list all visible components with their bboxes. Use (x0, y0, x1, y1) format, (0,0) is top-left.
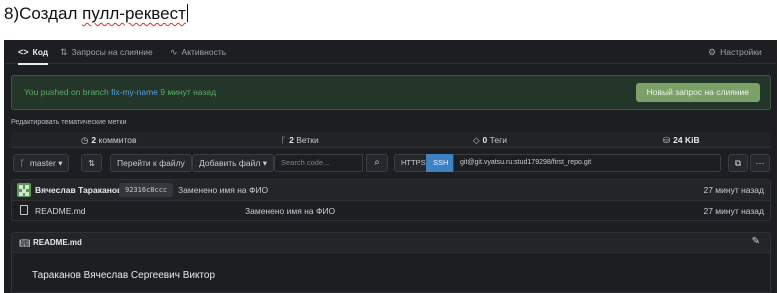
push-notice-time: 9 минут назад (160, 87, 217, 97)
branch-selector[interactable]: ᚴ master ▾ (13, 154, 70, 172)
book-icon: 📖︎ (19, 238, 31, 248)
new-pull-request-button[interactable]: Новый запрос на слияние (635, 83, 760, 102)
tab-activity-label: Активность (181, 47, 227, 57)
tab-settings-label: Настройки (720, 47, 762, 57)
file-list: Вячеслав Тараканов 92316c8ccc Заменено и… (11, 179, 771, 221)
database-icon: ⛁ (663, 135, 671, 145)
search-button[interactable]: ⌕ (366, 154, 388, 172)
readme-header: 📖︎ README.md ✎ (12, 233, 770, 253)
text-cursor (186, 4, 188, 22)
gear-icon: ⚙ (708, 47, 717, 57)
avatar[interactable] (17, 183, 31, 197)
tags-count: 0 (482, 135, 488, 145)
copy-url-button[interactable]: ⧉ (728, 154, 748, 172)
commit-time: 27 минут назад (703, 185, 764, 195)
compare-button[interactable]: ⇅ (81, 154, 103, 172)
document-heading: 8)Создал пулл-реквест (4, 4, 188, 24)
readme-panel: 📖︎ README.md ✎ Тараканов Вячеслав Сергее… (11, 232, 771, 293)
file-time: 27 минут назад (703, 206, 764, 216)
branch-icon: ᚴ (281, 135, 287, 145)
code-icon: <> (18, 47, 29, 57)
commits-label: коммитов (98, 135, 137, 145)
repo-tabs: <> Код ⇅ Запросы на слияние ∿ Активность ⚙ Н… (4, 40, 777, 65)
ssh-toggle[interactable]: SSH (426, 154, 456, 172)
heading-text: Создал (19, 4, 83, 23)
tab-pull-requests-label: Запросы на слияние (71, 47, 153, 57)
pulse-icon: ∿ (170, 47, 178, 57)
code-search-input[interactable]: Search code... (274, 154, 363, 172)
branches-label: Ветки (296, 135, 319, 145)
clone-url-field[interactable]: git@git.vyatsu.ru:stud179298/first_repo.… (453, 154, 721, 172)
branches-count: 2 (289, 135, 294, 145)
tab-pull-requests[interactable]: ⇅ Запросы на слияние (60, 40, 153, 64)
repo-stats-bar: ◷ 2 коммитов ᚴ2 Ветки ◇ 0 Теги ⛁ 24 KiB (11, 132, 771, 148)
tab-code-label: Код (32, 47, 49, 57)
file-icon (20, 205, 28, 215)
add-file-label: Добавить файл (199, 158, 261, 168)
compare-icon: ⇅ (88, 158, 96, 168)
goto-file-button[interactable]: Перейти к файлу (110, 154, 192, 172)
chevron-down-icon: ▾ (262, 158, 268, 168)
tab-activity[interactable]: ∿ Активность (170, 40, 226, 64)
push-notice: You pushed on branch fix-my-name 9 минут… (11, 75, 771, 110)
commits-count: 2 (91, 135, 97, 145)
file-commit-message[interactable]: Заменено имя на ФИО (245, 206, 335, 216)
push-notice-text: You pushed on branch fix-my-name 9 минут… (24, 87, 216, 97)
search-icon: ⌕ (374, 157, 380, 168)
pull-request-icon: ⇅ (60, 47, 68, 57)
pencil-icon[interactable]: ✎ (752, 236, 760, 247)
copy-icon: ⧉ (734, 158, 742, 168)
readme-content: Тараканов Вячеслав Сергеевич Виктор (32, 270, 216, 281)
tab-code[interactable]: <> Код (18, 40, 49, 65)
commit-message[interactable]: Заменено имя на ФИО (178, 185, 268, 195)
kebab-menu-icon: ··· (755, 158, 765, 168)
commits-stat[interactable]: ◷ 2 коммитов (81, 132, 137, 148)
pushed-branch-link[interactable]: fix-my-name (111, 87, 158, 97)
add-file-dropdown[interactable]: Добавить файл ▾ (192, 154, 275, 172)
commit-sha[interactable]: 92316c8ccc (119, 183, 174, 197)
branches-stat[interactable]: ᚴ2 Ветки (281, 132, 319, 148)
repository-page: <> Код ⇅ Запросы на слияние ∿ Активность ⚙ Н… (4, 40, 777, 293)
heading-misspelled-word: пулл-реквест (82, 4, 186, 23)
size-stat: ⛁ 24 KiB (663, 132, 700, 148)
readme-title[interactable]: README.md (33, 238, 82, 247)
tags-stat[interactable]: ◇ 0 Теги (473, 132, 507, 148)
list-item[interactable]: README.md Заменено имя на ФИО 27 минут н… (12, 201, 770, 221)
branch-icon: ᚴ (20, 158, 26, 168)
chevron-down-icon: ▾ (58, 158, 63, 168)
latest-commit-row: Вячеслав Тараканов 92316c8ccc Заменено и… (12, 180, 770, 201)
current-branch: master (29, 158, 56, 168)
heading-number: 8) (4, 4, 20, 23)
push-notice-prefix: You pushed on branch (24, 87, 109, 97)
more-options-button[interactable]: ··· (750, 154, 770, 172)
history-icon: ◷ (81, 135, 89, 145)
tags-label: Теги (489, 135, 507, 145)
commit-author[interactable]: Вячеслав Тараканов (35, 185, 122, 195)
file-name[interactable]: README.md (35, 206, 86, 216)
repo-size: 24 KiB (673, 135, 700, 145)
tag-icon: ◇ (473, 135, 480, 145)
edit-topics-link[interactable]: Редактировать тематические метки (11, 119, 127, 126)
tab-settings[interactable]: ⚙ Настройки (708, 40, 762, 64)
